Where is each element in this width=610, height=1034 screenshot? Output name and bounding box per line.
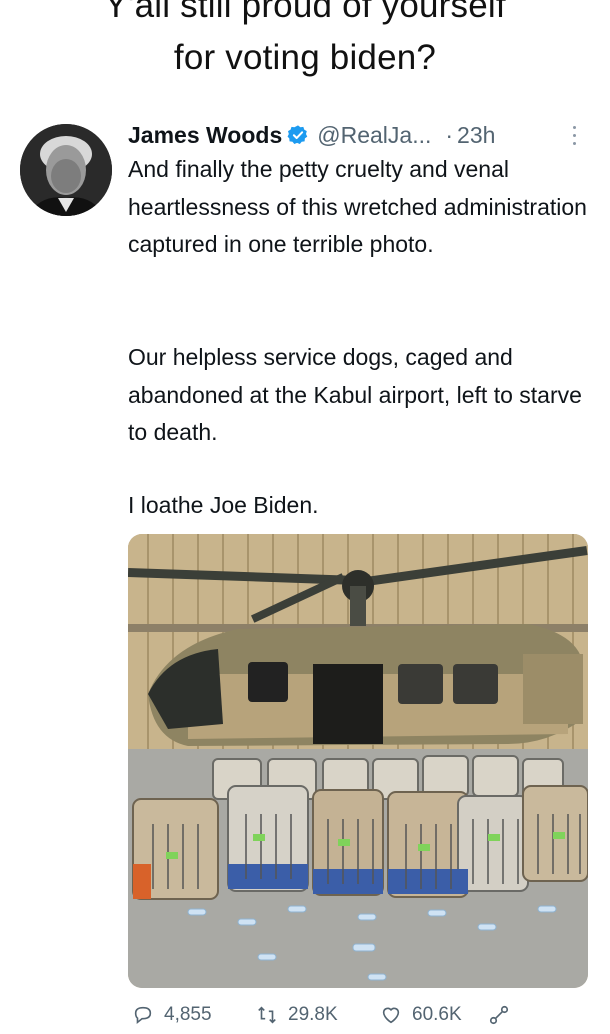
reply-button[interactable]: 4,855 bbox=[132, 1004, 212, 1026]
tweet-text-paragraph: And finally the petty cruelty and venal … bbox=[128, 156, 587, 257]
retweet-button[interactable]: 29.8K bbox=[256, 1004, 338, 1026]
share-icon bbox=[489, 1005, 509, 1025]
verified-badge-icon bbox=[287, 124, 309, 146]
share-button[interactable] bbox=[488, 1004, 520, 1026]
tweet-text-paragraph: Our helpless service dogs, caged and aba… bbox=[128, 344, 582, 445]
caption-line-1: Y'all still proud of yourself bbox=[104, 0, 506, 25]
tweet-timestamp[interactable]: 23h bbox=[457, 122, 495, 149]
like-icon bbox=[382, 1007, 400, 1024]
separator-dot: · bbox=[445, 121, 454, 148]
tweet-header: James Woods @RealJa... · 23h bbox=[128, 118, 495, 152]
reply-count: 4,855 bbox=[164, 1004, 212, 1025]
tweet-actions: 4,855 29.8K 60.6K bbox=[128, 1004, 598, 1034]
author-name[interactable]: James Woods bbox=[128, 122, 282, 149]
retweet-count: 29.8K bbox=[288, 1004, 338, 1025]
reply-icon bbox=[134, 1006, 152, 1025]
like-button[interactable]: 60.6K bbox=[380, 1004, 462, 1026]
more-options-icon[interactable] bbox=[568, 121, 580, 151]
tweet-photo[interactable] bbox=[128, 534, 588, 988]
caption-line-2: for voting biden? bbox=[173, 38, 437, 77]
author-handle[interactable]: @RealJa... bbox=[317, 122, 431, 149]
avatar[interactable] bbox=[20, 124, 112, 216]
retweet-icon bbox=[258, 1006, 276, 1024]
tweet-text-paragraph: I loathe Joe Biden. bbox=[128, 492, 319, 518]
like-count: 60.6K bbox=[412, 1004, 462, 1025]
